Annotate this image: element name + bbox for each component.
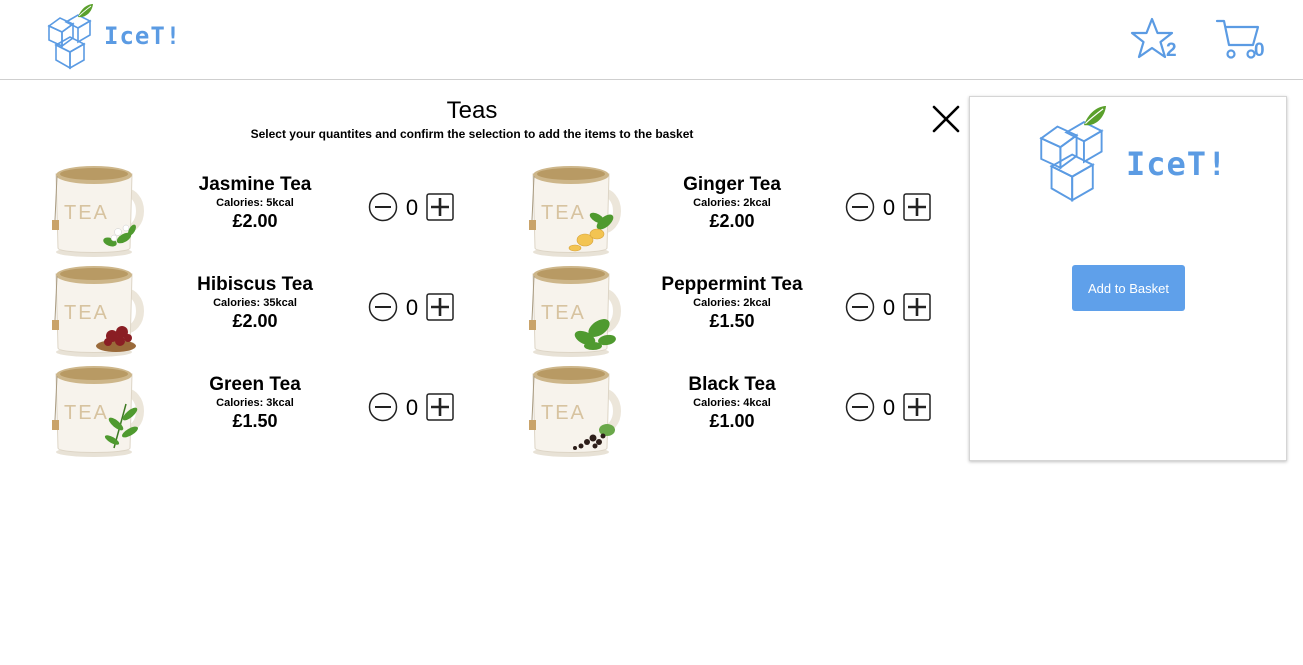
product-peppermint-tea: TEA Peppermint Tea Calories: 2kcal £1.50… xyxy=(527,262,947,358)
svg-text:TEA: TEA xyxy=(541,302,586,324)
product-ginger-tea: TEA Ginger Tea Calories: 2kcal £2.00 0 xyxy=(527,162,947,258)
decrease-quantity-button[interactable] xyxy=(368,392,398,422)
panel-logo-text: IceT! xyxy=(1126,145,1228,183)
green-tea-mug-image: TEA xyxy=(52,366,144,457)
ginger-tea-mug-image: TEA xyxy=(529,166,621,257)
close-icon[interactable] xyxy=(931,104,961,134)
svg-text:TEA: TEA xyxy=(64,302,109,324)
product-name: Jasmine Tea xyxy=(198,174,312,195)
increase-quantity-button[interactable] xyxy=(903,193,931,221)
logo-text: IceT! xyxy=(104,22,182,50)
quantity-value: 0 xyxy=(882,195,896,220)
product-calories: Calories: 35kcal xyxy=(213,297,297,309)
product-black-tea: TEA Black Tea Calories: 4kcal £1.00 0 xyxy=(527,362,947,458)
product-info: Ginger Tea Calories: 2kcal £2.00 xyxy=(647,174,817,232)
logo[interactable]: IceT! xyxy=(46,2,180,74)
product-info: Peppermint Tea Calories: 2kcal £1.50 xyxy=(647,274,817,332)
product-green-tea: TEA Green Tea Calories: 3kcal £1.50 0 xyxy=(50,362,470,458)
decrease-quantity-button[interactable] xyxy=(368,192,398,222)
quantity-value: 0 xyxy=(882,395,896,420)
decrease-quantity-button[interactable] xyxy=(368,292,398,322)
decrease-quantity-button[interactable] xyxy=(845,292,875,322)
product-name: Ginger Tea xyxy=(683,174,781,195)
increase-quantity-button[interactable] xyxy=(426,293,454,321)
product-info: Hibiscus Tea Calories: 35kcal £2.00 xyxy=(170,274,340,332)
product-info: Black Tea Calories: 4kcal £1.00 xyxy=(647,374,817,432)
svg-text:TEA: TEA xyxy=(541,202,586,224)
product-name: Black Tea xyxy=(688,374,776,395)
increase-quantity-button[interactable] xyxy=(426,393,454,421)
modal-title: Teas xyxy=(446,97,498,124)
favourites-count-badge: 2 xyxy=(1166,40,1177,61)
product-price: £1.50 xyxy=(709,311,755,331)
product-price: £1.00 xyxy=(709,411,755,431)
header: IceT! 2 0 xyxy=(0,0,1303,80)
increase-quantity-button[interactable] xyxy=(903,393,931,421)
product-calories: Calories: 3kcal xyxy=(216,397,294,409)
product-price: £2.00 xyxy=(232,211,278,231)
product-price: £2.00 xyxy=(709,211,755,231)
svg-text:TEA: TEA xyxy=(64,202,109,224)
quantity-value: 0 xyxy=(405,295,419,320)
product-calories: Calories: 2kcal xyxy=(693,197,771,209)
basket-count-badge: 0 xyxy=(1254,40,1265,61)
product-name: Green Tea xyxy=(209,374,301,395)
product-info: Green Tea Calories: 3kcal £1.50 xyxy=(170,374,340,432)
quantity-value: 0 xyxy=(405,395,419,420)
hibiscus-tea-mug-image: TEA xyxy=(52,266,144,357)
quantity-value: 0 xyxy=(882,295,896,320)
jasmine-tea-mug-image: TEA xyxy=(52,166,144,257)
panel-logo: IceT! xyxy=(1036,103,1226,209)
selection-panel: IceT! Add to Basket xyxy=(969,96,1287,461)
product-info: Jasmine Tea Calories: 5kcal £2.00 xyxy=(170,174,340,232)
product-price: £1.50 xyxy=(232,411,278,431)
ice-cubes-logo-icon xyxy=(47,4,93,70)
svg-text:TEA: TEA xyxy=(64,402,109,424)
product-jasmine-tea: TEA Jasmine Tea Calories: 5kcal £2.00 0 xyxy=(50,162,470,258)
black-tea-mug-image: TEA xyxy=(529,366,621,457)
product-calories: Calories: 5kcal xyxy=(216,197,294,209)
decrease-quantity-button[interactable] xyxy=(845,192,875,222)
product-calories: Calories: 4kcal xyxy=(693,397,771,409)
modal-subtitle: Select your quantites and confirm the se… xyxy=(250,127,694,141)
decrease-quantity-button[interactable] xyxy=(845,392,875,422)
product-name: Peppermint Tea xyxy=(661,274,803,295)
peppermint-tea-mug-image: TEA xyxy=(529,266,621,357)
ice-cubes-logo-icon xyxy=(1039,105,1107,202)
increase-quantity-button[interactable] xyxy=(903,293,931,321)
quantity-value: 0 xyxy=(405,195,419,220)
product-name: Hibiscus Tea xyxy=(197,274,313,295)
add-to-basket-button[interactable]: Add to Basket xyxy=(1072,265,1185,311)
increase-quantity-button[interactable] xyxy=(426,193,454,221)
product-price: £2.00 xyxy=(232,311,278,331)
svg-text:TEA: TEA xyxy=(541,402,586,424)
product-hibiscus-tea: TEA Hibiscus Tea Calories: 35kcal £2.00 … xyxy=(50,262,470,358)
product-calories: Calories: 2kcal xyxy=(693,297,771,309)
